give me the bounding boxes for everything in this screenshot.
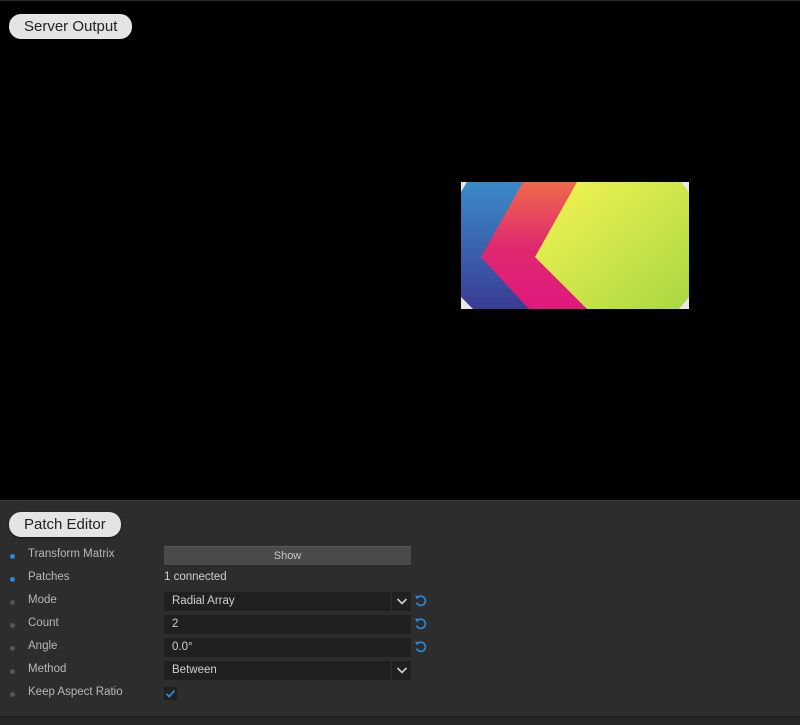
input-dot-icon[interactable] [10, 692, 15, 697]
patches-value: 1 connected [164, 571, 227, 583]
preview-graphic [461, 182, 689, 309]
method-select[interactable]: Between [164, 661, 391, 680]
patch-editor-panel: Patch Editor Transform Matrix Show Patch… [0, 500, 800, 725]
output-preview [461, 182, 689, 309]
server-output-panel: Server Output [0, 0, 800, 500]
chevron-down-icon [396, 667, 408, 674]
angle-row: Angle 0.0° [0, 638, 800, 659]
input-dot-icon[interactable] [10, 669, 15, 674]
method-label: Method [28, 663, 67, 675]
count-label: Count [28, 617, 59, 629]
angle-field[interactable]: 0.0° [164, 638, 411, 657]
connected-dot-icon [10, 554, 15, 559]
input-dot-icon[interactable] [10, 646, 15, 651]
keep-aspect-ratio-checkbox[interactable] [164, 687, 177, 700]
check-icon [165, 689, 176, 698]
count-field[interactable]: 2 [164, 615, 411, 634]
reset-icon[interactable] [414, 617, 428, 631]
editor-footer-bar [0, 716, 800, 725]
input-dot-icon[interactable] [10, 623, 15, 628]
reset-icon[interactable] [414, 640, 428, 654]
keep-aspect-ratio-label: Keep Aspect Ratio [28, 686, 123, 698]
reset-icon[interactable] [414, 594, 428, 608]
count-row: Count 2 [0, 615, 800, 636]
method-row: Method Between [0, 661, 800, 682]
mode-dropdown-button[interactable] [391, 592, 411, 611]
patches-label: Patches [28, 571, 70, 583]
input-dot-icon[interactable] [10, 600, 15, 605]
mode-row: Mode Radial Array [0, 592, 800, 613]
chevron-down-icon [396, 598, 408, 605]
server-output-title: Server Output [9, 14, 133, 39]
connected-dot-icon [10, 577, 15, 582]
keep-aspect-ratio-row: Keep Aspect Ratio [0, 684, 800, 705]
mode-select[interactable]: Radial Array [164, 592, 391, 611]
transform-matrix-label: Transform Matrix [28, 548, 115, 560]
patch-editor-title: Patch Editor [9, 512, 121, 537]
patches-row: Patches 1 connected [0, 569, 800, 590]
mode-label: Mode [28, 594, 57, 606]
method-dropdown-button[interactable] [391, 661, 411, 680]
show-button[interactable]: Show [164, 546, 411, 565]
angle-label: Angle [28, 640, 58, 652]
transform-matrix-row: Transform Matrix Show [0, 546, 800, 567]
